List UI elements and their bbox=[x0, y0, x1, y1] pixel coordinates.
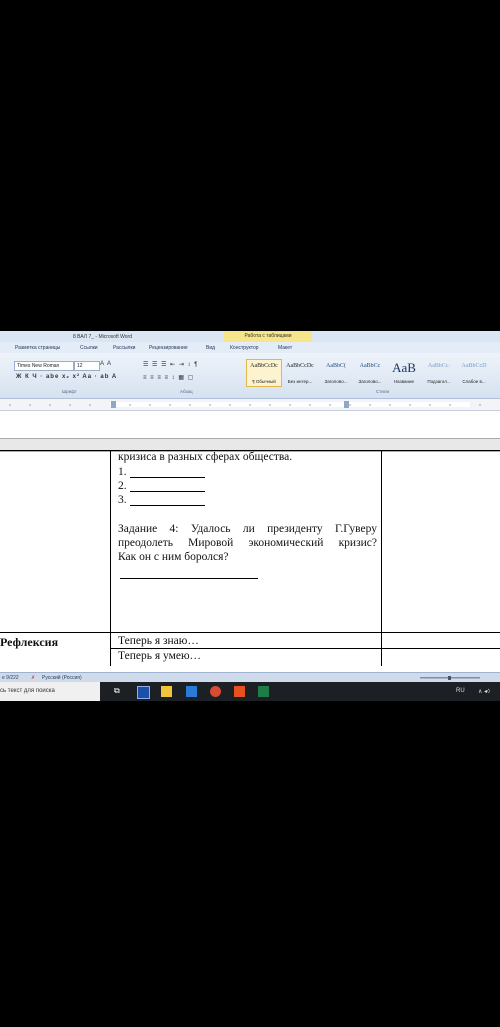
task4-text: Как он с ним боролся? bbox=[118, 551, 229, 563]
tab-references[interactable]: Ссылки bbox=[80, 345, 98, 351]
language-indicator[interactable]: Русский (Россия) bbox=[42, 675, 82, 681]
word-icon[interactable] bbox=[137, 686, 150, 699]
style-sample: AaBbCcDc bbox=[250, 363, 278, 369]
taskbar: сь текст для поиска ⧉ RU ∧ ◂◊ bbox=[0, 682, 500, 701]
style-name: Название bbox=[393, 379, 415, 384]
task-view-icon[interactable]: ⧉ bbox=[114, 686, 125, 697]
style-name: Подзагол... bbox=[427, 379, 451, 384]
proofing-icon[interactable]: ✗ bbox=[31, 675, 35, 681]
excel-icon[interactable] bbox=[258, 686, 269, 697]
table-column-border bbox=[110, 450, 111, 666]
grow-shrink-icons[interactable]: A A bbox=[100, 361, 112, 367]
file-explorer-icon[interactable] bbox=[161, 686, 172, 697]
tab-view[interactable]: Вид bbox=[206, 345, 215, 351]
style-name: Заголово... bbox=[358, 379, 382, 384]
list-item: 1. bbox=[118, 466, 127, 478]
style-name: Слабое в... bbox=[462, 379, 486, 384]
style-sample: AaB bbox=[392, 360, 416, 375]
answer-line bbox=[130, 491, 205, 492]
reflection-label: Рефлексия bbox=[0, 635, 59, 649]
reflection-line: Теперь я знаю… bbox=[118, 635, 199, 647]
style-sample: AaBbCcDc bbox=[286, 363, 314, 369]
screenshot-area: 8 ВАЛ 7_ - Microsoft Word Работа с табли… bbox=[0, 331, 500, 701]
ruler-ticks-icon bbox=[9, 401, 481, 408]
font-name-box[interactable]: Times New Roman bbox=[14, 361, 74, 371]
mail-icon[interactable] bbox=[186, 686, 197, 697]
style-heading2[interactable]: AaBbCc Заголово... bbox=[352, 359, 388, 387]
browser-icon[interactable] bbox=[210, 686, 221, 697]
zoom-slider[interactable] bbox=[420, 676, 480, 680]
style-title[interactable]: AaB Название bbox=[386, 359, 422, 387]
style-name: ¶ Обычный bbox=[252, 379, 276, 384]
style-name: Заголово... bbox=[324, 379, 348, 384]
group-font-label: Шрифт bbox=[62, 389, 77, 394]
style-subtitle[interactable]: AaBbCc. Подзагол... bbox=[421, 359, 457, 387]
align-buttons-icon[interactable]: ≡ ≡ ≡ ≡ ↕ ▦ ▢ bbox=[143, 374, 194, 381]
answer-line bbox=[130, 505, 205, 506]
style-sample: AaBbCc. bbox=[427, 363, 451, 369]
style-normal[interactable]: AaBbCcDc ¶ Обычный bbox=[246, 359, 282, 387]
tab-design[interactable]: Конструктор bbox=[230, 345, 259, 351]
ribbon: Times New Roman 12 A A Ж К Ч · abe x₂ x²… bbox=[0, 353, 500, 399]
style-subtle-emphasis[interactable]: AaBbCcD Слабое в... bbox=[456, 359, 492, 387]
font-size-box[interactable]: 12 bbox=[74, 361, 100, 371]
tray-icons[interactable]: ∧ ◂◊ bbox=[478, 688, 490, 695]
task4-text: преодолеть Мировой экономический кризис? bbox=[118, 537, 377, 549]
app-icon[interactable] bbox=[234, 686, 245, 697]
answer-line bbox=[120, 578, 258, 579]
list-item: 2. bbox=[118, 480, 127, 492]
table-row-border bbox=[0, 632, 500, 633]
style-sample: AaBbCc bbox=[359, 363, 381, 369]
answer-line bbox=[130, 477, 205, 478]
tab-page-layout[interactable]: Разметка страницы bbox=[15, 345, 60, 351]
tab-layout[interactable]: Макет bbox=[278, 345, 292, 351]
word-count[interactable]: е 9/222 bbox=[2, 675, 19, 681]
list-buttons-icon[interactable]: ☰ ☰ ☰ ⇤ ⇥ ↕ ¶ bbox=[143, 361, 198, 368]
table-column-border bbox=[381, 450, 382, 666]
task-text: кризиса в разных сферах общества. bbox=[118, 451, 293, 463]
horizontal-ruler[interactable] bbox=[0, 399, 500, 411]
document-canvas[interactable]: кризиса в разных сферах общества. 1. 2. … bbox=[0, 411, 500, 666]
ribbon-tabs: Разметка страницы Ссылки Рассылки Реценз… bbox=[0, 342, 500, 353]
tray-language[interactable]: RU bbox=[456, 688, 465, 694]
format-buttons-icon[interactable]: Ж К Ч · abe x₂ x² Aa · ab A bbox=[16, 374, 117, 380]
task4-text: Задание 4: Удалось ли президенту Г.Гувер… bbox=[118, 523, 377, 535]
style-name: Без интер... bbox=[287, 379, 313, 384]
style-no-spacing[interactable]: AaBbCcDc Без интер... bbox=[282, 359, 318, 387]
taskbar-search[interactable]: сь текст для поиска bbox=[0, 682, 100, 701]
table-row-border bbox=[110, 648, 500, 649]
title-bar: 8 ВАЛ 7_ - Microsoft Word Работа с табли… bbox=[0, 331, 500, 342]
group-paragraph-label: Абзац bbox=[180, 389, 193, 394]
tab-mailings[interactable]: Рассылки bbox=[113, 345, 135, 351]
style-sample: AaBbCcD bbox=[461, 363, 487, 369]
list-item: 3. bbox=[118, 494, 127, 506]
context-tab-label: Работа с таблицами bbox=[224, 331, 312, 342]
window-title: 8 ВАЛ 7_ - Microsoft Word bbox=[73, 334, 132, 340]
style-sample: AaBbC( bbox=[326, 363, 346, 369]
tab-review[interactable]: Рецензирование bbox=[149, 345, 188, 351]
style-heading1[interactable]: AaBbC( Заголово... bbox=[318, 359, 354, 387]
group-styles-label: Стили bbox=[376, 389, 389, 394]
reflection-line: Теперь я умею… bbox=[118, 650, 202, 662]
